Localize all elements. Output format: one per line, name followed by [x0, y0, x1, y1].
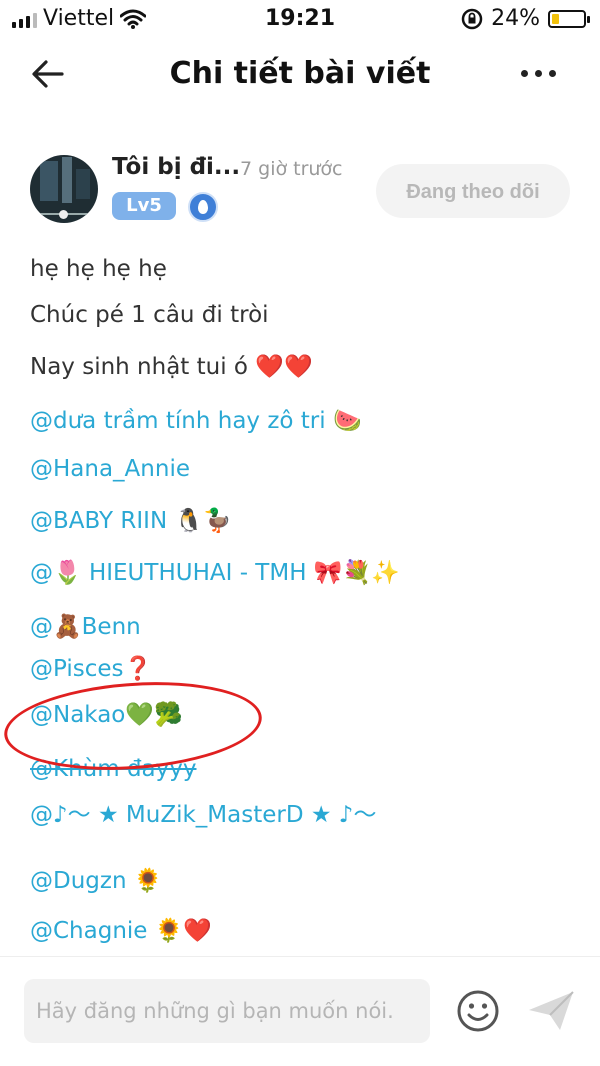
follow-button[interactable]: Đang theo dõi — [376, 164, 570, 218]
page-title: Chi tiết bài viết — [169, 56, 431, 91]
level-badge: Lv5 — [112, 192, 176, 220]
mention-line[interactable]: @dưa trầm tính hay zô tri 🍉 — [30, 404, 362, 438]
avatar[interactable] — [30, 155, 98, 223]
mention-line[interactable]: @♪～ ★ MuZik_MasterD ★ ♪～ — [30, 798, 376, 832]
mention-line[interactable]: @Dugzn 🌻 — [30, 864, 163, 898]
send-icon[interactable] — [526, 989, 576, 1033]
verified-badge-icon — [188, 192, 218, 222]
text-line: Chúc pé 1 câu đi tròi — [30, 302, 269, 328]
text-line: Nay sinh nhật tui ó ❤️❤️ — [30, 354, 313, 380]
status-bar: Viettel 19:21 24% — [0, 0, 600, 40]
comment-bar — [0, 956, 600, 1066]
mention-line[interactable]: @Pisces❓ — [30, 652, 152, 686]
nav-bar: Chi tiết bài viết — [0, 44, 600, 106]
post-time: 7 giờ trước — [240, 158, 343, 180]
comment-input[interactable] — [24, 979, 430, 1043]
status-right: 24% — [461, 6, 590, 31]
rotation-lock-icon — [461, 8, 483, 29]
author-name[interactable]: Tôi bị đi... — [112, 154, 240, 180]
post-header: Tôi bị đi... 7 giờ trước Lv5 Đang theo d… — [0, 150, 600, 230]
mention-line[interactable]: @🌷 HIEUTHUHAI - TMH 🎀💐✨ — [30, 556, 400, 590]
smiley-icon[interactable] — [456, 989, 500, 1033]
mention-line[interactable]: @🧸Benn — [30, 610, 141, 644]
text-line: hẹ hẹ hẹ hẹ — [30, 256, 167, 282]
more-dots-icon[interactable] — [521, 70, 556, 77]
mention-line[interactable]: @Hana_Annie — [30, 452, 190, 486]
battery-fill — [552, 13, 560, 24]
battery-percent: 24% — [491, 6, 540, 31]
mention-line[interactable]: @Chagnie 🌻❤️ — [30, 914, 212, 948]
battery-icon — [548, 9, 590, 28]
mention-line[interactable]: @BABY RIIN 🐧🦆 — [30, 504, 232, 538]
